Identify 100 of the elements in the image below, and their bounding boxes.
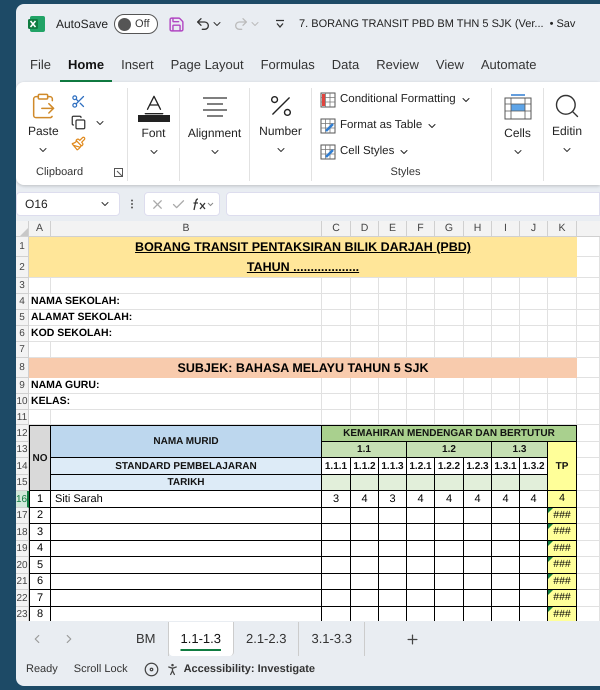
row-header: 16 bbox=[16, 491, 29, 508]
row-header: 1 bbox=[16, 237, 29, 257]
format-painter-icon[interactable] bbox=[70, 136, 86, 151]
tp-cell: ### bbox=[548, 607, 577, 621]
sheet-tab[interactable]: 1.1-1.3 bbox=[168, 622, 234, 656]
date-cell bbox=[464, 475, 492, 491]
score-cell: 3 bbox=[379, 491, 407, 508]
score-cell: 4 bbox=[520, 491, 548, 508]
row-header: 11 bbox=[16, 410, 29, 425]
score-cell: 4 bbox=[464, 491, 492, 508]
row-header: 5 bbox=[16, 310, 29, 326]
row-number-cell: 6 bbox=[29, 574, 51, 590]
cells-icon bbox=[502, 92, 532, 122]
group-header-cell: 1.2 bbox=[407, 442, 492, 458]
row-header: 13 bbox=[16, 442, 29, 458]
row-number-cell: 4 bbox=[29, 541, 51, 557]
tp-cell: ### bbox=[548, 508, 577, 524]
date-cell bbox=[520, 475, 548, 491]
column-header: J bbox=[520, 221, 548, 237]
column-header: K bbox=[548, 221, 577, 237]
alignment-button[interactable]: Alignment bbox=[184, 88, 246, 166]
standard-header-cell: 1.1.3 bbox=[379, 458, 407, 475]
column-header: F bbox=[407, 221, 435, 237]
row-header: 10 bbox=[16, 394, 29, 410]
styles-menu-button[interactable]: Conditional Formatting bbox=[320, 89, 491, 111]
font-button[interactable]: Font bbox=[134, 88, 174, 166]
status-text: Scroll Lock bbox=[74, 662, 128, 677]
menu-tab[interactable]: Automate bbox=[472, 54, 544, 82]
accessibility-status[interactable]: Accessibility: Investigate bbox=[184, 660, 316, 678]
document-title: 7. BORANG TRANSIT PBD BM THN 5 SJK (Ver... bbox=[299, 16, 544, 32]
menu-tab[interactable]: Data bbox=[324, 54, 368, 82]
row-number-cell: 2 bbox=[29, 508, 51, 524]
styles-menu-button[interactable]: Cell Styles bbox=[320, 141, 491, 163]
group-header-cell: 1.3 bbox=[492, 442, 548, 458]
styles-menu-button[interactable]: Format as Table bbox=[320, 115, 491, 137]
row-header: 6 bbox=[16, 326, 29, 342]
row-number-cell: 1 bbox=[29, 491, 51, 508]
row-header: 12 bbox=[16, 425, 29, 442]
add-sheet-icon[interactable] bbox=[404, 632, 420, 646]
standard-header-cell: 1.1.1 bbox=[322, 458, 351, 475]
tp-cell: ### bbox=[548, 541, 577, 557]
date-cell bbox=[407, 475, 435, 491]
score-cell: 4 bbox=[407, 491, 435, 508]
tp-cell: 4 bbox=[548, 491, 577, 508]
sheet-tab[interactable]: 2.1-2.3 bbox=[234, 622, 300, 656]
column-header: A bbox=[29, 221, 51, 237]
copy-icon[interactable] bbox=[70, 115, 86, 130]
dialog-launcher-icon[interactable] bbox=[114, 168, 123, 177]
menu-tab[interactable]: Page Layout bbox=[162, 54, 252, 82]
record-macro-icon[interactable] bbox=[144, 662, 159, 676]
autosave-toggle[interactable]: Off bbox=[114, 14, 158, 34]
undo-icon[interactable] bbox=[195, 16, 212, 32]
table-style-icon bbox=[320, 144, 336, 160]
date-cell bbox=[492, 475, 520, 491]
row-header: 7 bbox=[16, 342, 29, 358]
formula-input[interactable] bbox=[226, 192, 600, 216]
save-icon[interactable] bbox=[168, 16, 186, 32]
date-cell bbox=[351, 475, 379, 491]
subject-banner: SUBJEK: BAHASA MELAYU TAHUN 5 SJK bbox=[29, 358, 577, 378]
row-header: 20 bbox=[16, 557, 29, 574]
row-header: 22 bbox=[16, 590, 29, 607]
row-header: 19 bbox=[16, 541, 29, 557]
table-style-icon bbox=[320, 118, 336, 134]
group-header-cell: 1.1 bbox=[322, 442, 407, 458]
number-button[interactable]: Number bbox=[255, 88, 306, 166]
standard-header-cell: 1.3.1 bbox=[492, 458, 520, 475]
editing-button[interactable]: Editin bbox=[548, 88, 586, 166]
score-cell: 4 bbox=[435, 491, 464, 508]
standard-header-cell: 1.3.2 bbox=[520, 458, 548, 475]
menu-tab[interactable]: Review bbox=[368, 54, 427, 82]
score-cell: 3 bbox=[322, 491, 351, 508]
standard-header-cell: 1.2.1 bbox=[407, 458, 435, 475]
customize-toolbar-icon[interactable] bbox=[275, 19, 286, 29]
table-header-cell: TP bbox=[548, 442, 577, 491]
menu-tab[interactable]: Formulas bbox=[252, 54, 323, 82]
column-header: I bbox=[492, 221, 520, 237]
date-cell bbox=[435, 475, 464, 491]
row-header: 2 bbox=[16, 257, 29, 278]
insert-function-icon[interactable] bbox=[192, 197, 214, 211]
row-number-cell: 8 bbox=[29, 607, 51, 621]
conditional-formatting-icon bbox=[320, 92, 336, 108]
row-header: 17 bbox=[16, 508, 29, 524]
row-header: 23 bbox=[16, 607, 29, 621]
row-header: 18 bbox=[16, 524, 29, 541]
row-header: 4 bbox=[16, 294, 29, 310]
row-header: 15 bbox=[16, 475, 29, 491]
cells-button[interactable]: Cells bbox=[498, 88, 536, 166]
menu-tab[interactable]: View bbox=[428, 54, 472, 82]
cut-icon[interactable] bbox=[70, 94, 86, 109]
sheet-tab[interactable]: 3.1-3.3 bbox=[299, 622, 365, 656]
score-cell: 4 bbox=[351, 491, 379, 508]
standard-header-cell: 1.2.3 bbox=[464, 458, 492, 475]
autosave-label: AutoSave bbox=[56, 16, 108, 33]
menu-tab[interactable]: Insert bbox=[113, 54, 162, 82]
row-header: 21 bbox=[16, 574, 29, 590]
menu-tab[interactable]: File bbox=[22, 54, 59, 82]
year-line: TAHUN ................... bbox=[246, 259, 360, 276]
row-header: 8 bbox=[16, 358, 29, 378]
paste-button[interactable]: Paste bbox=[24, 88, 63, 166]
name-box[interactable]: O16 bbox=[16, 192, 120, 216]
